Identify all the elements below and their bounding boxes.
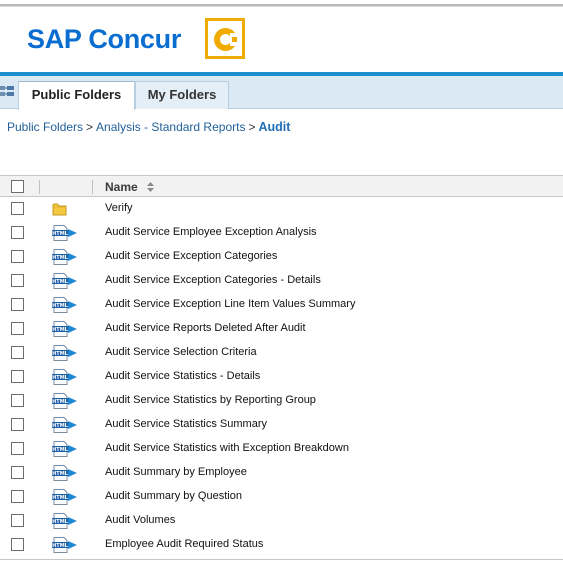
folder-name-link[interactable]: Verify [105,202,133,214]
svg-text:HTML: HTML [52,423,69,429]
report-name-link[interactable]: Audit Service Statistics Summary [105,418,267,430]
html-report-icon: HTML [52,393,78,409]
report-list-grid: Name Verify HTML Audit Service Employee Ex… [0,175,563,557]
html-report-icon: HTML [52,489,78,505]
html-report-icon: HTML [52,537,78,553]
svg-text:HTML: HTML [52,303,69,309]
table-row[interactable]: HTML Audit Service Exception Categories -… [0,269,563,293]
grid-header: Name [0,175,563,197]
svg-text:HTML: HTML [52,519,69,525]
svg-text:HTML: HTML [52,375,69,381]
html-report-icon: HTML [52,369,78,385]
report-name-link[interactable]: Audit Volumes [105,514,175,526]
row-checkbox[interactable] [11,322,24,335]
table-row[interactable]: HTML Audit Service Statistics with Except… [0,437,563,461]
svg-text:HTML: HTML [52,543,69,549]
table-row[interactable]: HTML Audit Service Employee Exception Ana… [0,221,563,245]
report-name-link[interactable]: Audit Service Statistics with Exception … [105,442,349,454]
svg-text:HTML: HTML [52,447,69,453]
table-row[interactable]: HTML Audit Summary by Question [0,485,563,509]
report-name-link[interactable]: Audit Service Reports Deleted After Audi… [105,322,306,334]
table-row[interactable]: HTML Audit Service Statistics - Details [0,365,563,389]
row-checkbox[interactable] [11,442,24,455]
folder-icon [52,201,78,217]
row-checkbox[interactable] [11,514,24,527]
report-name-link[interactable]: Audit Service Statistics - Details [105,370,260,382]
html-report-icon: HTML [52,513,78,529]
row-checkbox[interactable] [11,466,24,479]
tab-my-folders[interactable]: My Folders [135,81,229,109]
row-checkbox[interactable] [11,250,24,263]
concur-c-mark-icon [205,18,245,59]
grid-body: Verify HTML Audit Service Employee Excepti… [0,197,563,557]
table-row[interactable]: HTML Audit Service Statistics Summary [0,413,563,437]
table-row[interactable]: HTML Audit Service Statistics by Reportin… [0,389,563,413]
svg-text:HTML: HTML [52,351,69,357]
html-report-icon: HTML [52,273,78,289]
breadcrumb: Public Folders > Analysis - Standard Repor… [7,120,290,134]
breadcrumb-analysis-standard-reports[interactable]: Analysis - Standard Reports [96,120,245,134]
report-name-link[interactable]: Audit Summary by Question [105,490,242,502]
svg-text:HTML: HTML [52,231,69,237]
table-row[interactable]: HTML Audit Service Exception Line Item Va… [0,293,563,317]
row-checkbox[interactable] [11,418,24,431]
breadcrumb-separator: > [248,120,256,134]
column-divider[interactable] [39,180,40,194]
html-report-icon: HTML [52,465,78,481]
sap-concur-logo: SAP Concur [27,18,245,61]
html-report-icon: HTML [52,225,78,241]
row-checkbox[interactable] [11,538,24,551]
sort-icon[interactable] [147,182,154,192]
html-report-icon: HTML [52,297,78,313]
table-row[interactable]: HTML Employee Audit Required Status [0,533,563,557]
report-name-link[interactable]: Audit Service Exception Line Item Values… [105,298,355,310]
report-name-link[interactable]: Audit Service Employee Exception Analysi… [105,226,317,238]
report-name-link[interactable]: Audit Summary by Employee [105,466,247,478]
row-checkbox[interactable] [11,394,24,407]
html-report-icon: HTML [52,321,78,337]
row-checkbox[interactable] [11,274,24,287]
report-name-link[interactable]: Audit Service Exception Categories - Det… [105,274,321,286]
svg-text:HTML: HTML [52,255,69,261]
html-report-icon: HTML [52,249,78,265]
report-name-link[interactable]: Audit Service Exception Categories [105,250,277,262]
breadcrumb-current-audit: Audit [258,120,291,134]
row-checkbox[interactable] [11,202,24,215]
report-name-link[interactable]: Employee Audit Required Status [105,538,263,550]
svg-text:HTML: HTML [52,495,69,501]
row-checkbox[interactable] [11,490,24,503]
folder-tree-icon[interactable] [0,85,14,97]
column-header-name[interactable]: Name [105,180,138,194]
html-report-icon: HTML [52,345,78,361]
svg-text:HTML: HTML [52,327,69,333]
row-checkbox[interactable] [11,370,24,383]
svg-text:HTML: HTML [52,399,69,405]
table-row[interactable]: HTML Audit Service Exception Categories [0,245,563,269]
table-row[interactable]: HTML Audit Summary by Employee [0,461,563,485]
breadcrumb-public-folders[interactable]: Public Folders [7,120,83,134]
row-checkbox[interactable] [11,298,24,311]
breadcrumb-separator: > [86,120,94,134]
table-row[interactable]: HTML Audit Volumes [0,509,563,533]
table-row[interactable]: HTML Audit Service Selection Criteria [0,341,563,365]
report-name-link[interactable]: Audit Service Selection Criteria [105,346,257,358]
select-all-checkbox[interactable] [11,180,24,193]
logo-text: SAP Concur [27,24,182,54]
svg-text:HTML: HTML [52,471,69,477]
tab-public-folders[interactable]: Public Folders [18,81,135,110]
row-checkbox[interactable] [11,346,24,359]
table-row[interactable]: HTML Audit Service Reports Deleted After … [0,317,563,341]
folder-tabstrip: Public Folders My Folders [0,76,563,110]
table-row[interactable]: Verify [0,197,563,221]
html-report-icon: HTML [52,441,78,457]
html-report-icon: HTML [52,417,78,433]
column-divider[interactable] [92,180,93,194]
grid-bottom-border [0,559,563,560]
report-name-link[interactable]: Audit Service Statistics by Reporting Gr… [105,394,316,406]
row-checkbox[interactable] [11,226,24,239]
top-border-shadow [0,6,563,7]
svg-text:HTML: HTML [52,279,69,285]
